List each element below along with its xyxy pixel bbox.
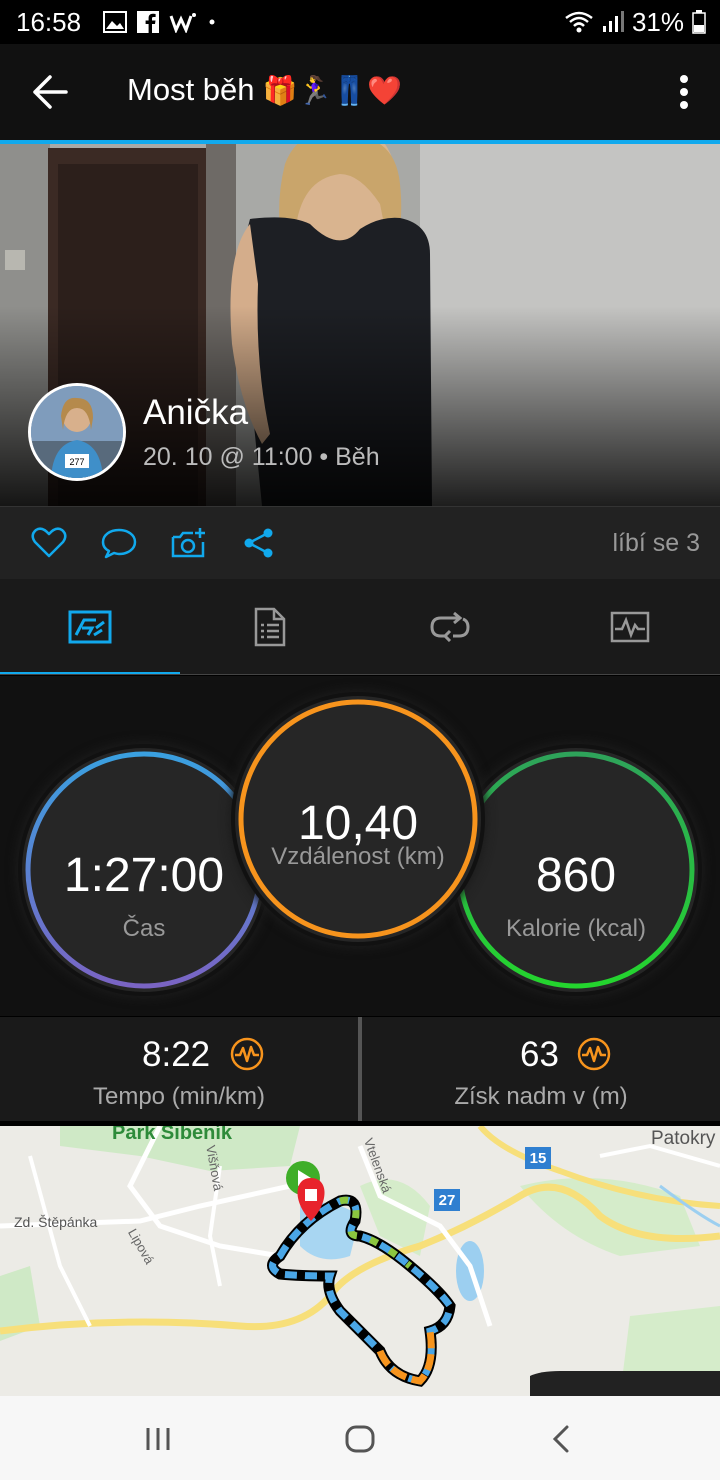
like-heart-icon[interactable] (31, 527, 67, 559)
tab-bar (0, 579, 720, 675)
elevation-stat[interactable]: 63 Získ nadm v (m) (362, 1017, 720, 1121)
likes-count[interactable]: líbí se 3 (612, 529, 700, 558)
status-time: 16:58 (16, 6, 82, 37)
action-bar: líbí se 3 (0, 506, 720, 580)
avatar-image: 277 (31, 386, 123, 478)
map-canvas (0, 1126, 720, 1396)
document-icon (254, 607, 286, 647)
dot-icon (209, 19, 215, 25)
notification-icons (103, 11, 217, 33)
calories-value: 860 (535, 849, 617, 902)
time-circle[interactable]: 1:27:00 Čas (22, 748, 266, 992)
distance-label: Vzdálenost (km) (271, 843, 445, 870)
back-arrow-icon[interactable] (30, 74, 70, 110)
tab-details[interactable] (180, 579, 360, 675)
chart-icon (610, 611, 650, 643)
activity-meta: 20. 10 @ 11:00 • Běh (143, 443, 380, 471)
stats-panel: 1:27:00 Čas 860 Kalorie (kcal) 10,40 Vzd… (0, 676, 720, 1016)
map-label-park: Park Šibeník (112, 1126, 233, 1144)
system-back-icon[interactable] (550, 1424, 572, 1454)
elevation-insight-icon[interactable] (577, 1037, 611, 1071)
tab-laps[interactable] (360, 579, 540, 675)
distance-circle[interactable]: 10,40 Vzdálenost (km) (235, 696, 481, 942)
time-value: 1:27:00 (63, 849, 225, 902)
route-map[interactable]: Park Šibeník Patokry Zd. Štěpánka Lipová… (0, 1126, 720, 1396)
signal-icon (602, 11, 624, 32)
comment-icon[interactable] (101, 527, 137, 559)
avatar[interactable]: 277 (28, 383, 126, 481)
tab-overview[interactable] (0, 579, 180, 675)
pace-label: Tempo (min/km) (92, 1083, 266, 1110)
recent-apps-icon[interactable] (144, 1426, 172, 1452)
home-icon[interactable] (344, 1424, 376, 1454)
status-bar: 16:58 31% (0, 0, 720, 44)
battery-percent: 31% (631, 6, 684, 37)
time-label: Čas (122, 915, 166, 942)
calories-label: Kalorie (kcal) (505, 915, 647, 942)
activity-overview-icon (68, 610, 112, 644)
title-emojis: 🎁🏃‍♀️👖❤️ (262, 74, 402, 106)
title-text: Most běh (127, 72, 255, 107)
battery-icon (692, 10, 706, 34)
elevation-label: Získ nadm v (m) (454, 1083, 628, 1110)
road-badge-15: 15 (529, 1150, 547, 1167)
laps-icon (430, 612, 470, 642)
tab-charts[interactable] (540, 579, 720, 675)
status-right: 31% (564, 0, 706, 44)
app-bar: Most běh 🎁🏃‍♀️👖❤️ (0, 44, 720, 140)
elevation-value: 63 (520, 1035, 559, 1074)
pace-value: 8:22 (142, 1035, 211, 1074)
map-label-stepanka: Zd. Štěpánka (14, 1214, 98, 1230)
add-photo-icon[interactable] (171, 527, 207, 559)
share-icon[interactable] (241, 527, 277, 559)
tab-divider (0, 674, 720, 675)
page-title: Most běh 🎁🏃‍♀️👖❤️ (127, 72, 402, 108)
system-nav-bar (0, 1396, 720, 1480)
image-notification-icon (103, 11, 128, 33)
user-name[interactable]: Anička (143, 393, 248, 433)
svg-text:277: 277 (69, 457, 84, 467)
facebook-notification-icon (137, 11, 160, 33)
wifi-icon (565, 11, 593, 33)
pace-insight-icon[interactable] (230, 1037, 264, 1071)
map-label-patokry: Patokry (651, 1128, 716, 1149)
more-options-icon[interactable] (678, 74, 690, 110)
pace-stat[interactable]: 8:22 Tempo (min/km) (0, 1017, 358, 1121)
road-badge-27: 27 (438, 1192, 456, 1209)
calories-circle[interactable]: 860 Kalorie (kcal) (454, 748, 698, 992)
app-w-notification-icon (169, 13, 197, 33)
